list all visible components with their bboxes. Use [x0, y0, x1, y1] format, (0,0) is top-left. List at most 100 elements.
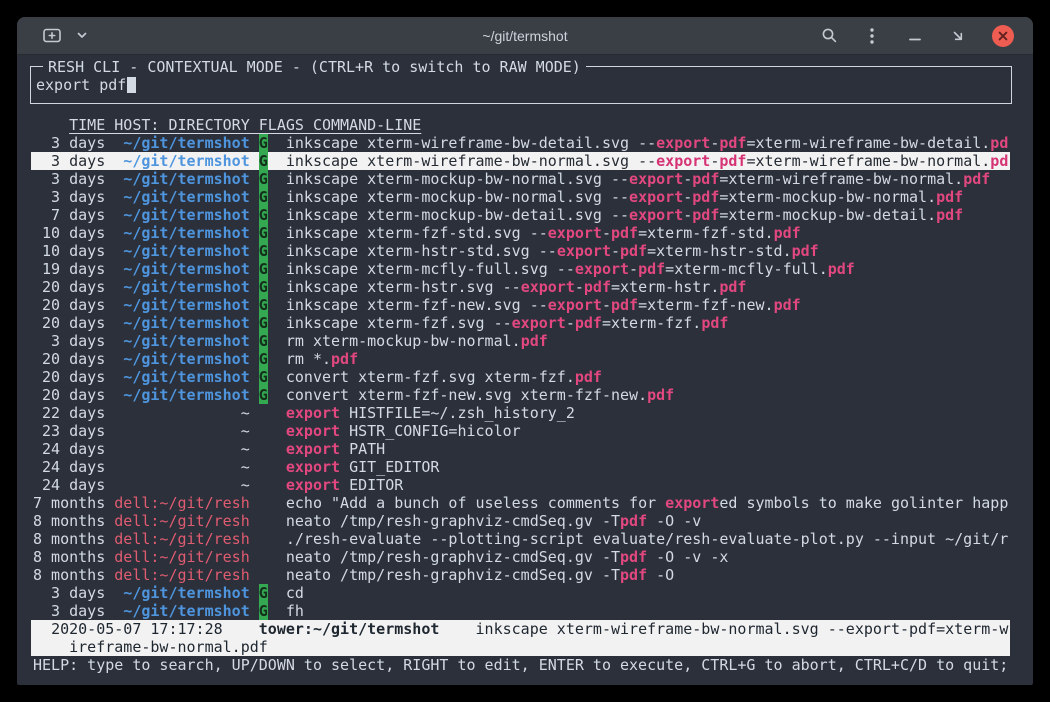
history-row[interactable]: 19 days ~/git/termshot G inkscape xterm-…: [31, 260, 1010, 278]
history-row[interactable]: 8 months dell:~/git/resh neato /tmp/resh…: [31, 548, 1010, 566]
match-highlight: pdf: [620, 512, 647, 530]
history-row[interactable]: 3 days ~/git/termshot G inkscape xterm-w…: [31, 134, 1010, 152]
match-highlight: pdf: [828, 260, 855, 278]
match-highlight: pdf: [620, 548, 647, 566]
row-command: inkscape xterm-fzf-new.svg --export-pdf=…: [286, 296, 801, 314]
row-command: export HISTFILE=~/.zsh_history_2: [286, 404, 575, 422]
history-row[interactable]: 3 days ~/git/termshot G inkscape xterm-w…: [31, 152, 1010, 170]
row-host-dir: dell:~/git/resh: [114, 530, 249, 548]
row-command: export GIT_EDITOR: [286, 458, 440, 476]
match-highlight: pdf: [692, 206, 719, 224]
row-host-dir: ~/git/termshot: [114, 332, 249, 350]
row-time: 22 days: [33, 404, 105, 422]
history-row[interactable]: 24 days ~ export EDITOR: [31, 476, 1010, 494]
history-row[interactable]: 3 days ~/git/termshot G rm xterm-mockup-…: [31, 332, 1010, 350]
row-command: inkscape xterm-fzf.svg --export-pdf=xter…: [286, 314, 729, 332]
row-command: neato /tmp/resh-graphviz-cmdSeq.gv -Tpdf…: [286, 548, 729, 566]
restore-icon: [951, 29, 965, 43]
row-host-dir: ~/git/termshot: [114, 242, 249, 260]
match-highlight: pdf: [719, 278, 746, 296]
history-row[interactable]: 20 days ~/git/termshot G convert xterm-f…: [31, 386, 1010, 404]
row-git-flag: G: [259, 296, 268, 314]
match-highlight: pdf: [719, 134, 746, 152]
row-git-flag: G: [259, 152, 268, 170]
row-time: 20 days: [33, 368, 105, 386]
history-row[interactable]: 24 days ~ export GIT_EDITOR: [31, 458, 1010, 476]
history-row[interactable]: 8 months dell:~/git/resh ./resh-evaluate…: [31, 530, 1010, 548]
row-command: inkscape xterm-wireframe-bw-detail.svg -…: [286, 134, 1008, 152]
history-row[interactable]: 7 days ~/git/termshot G inkscape xterm-m…: [31, 206, 1010, 224]
match-highlight: export: [521, 278, 575, 296]
match-highlight: export: [286, 404, 340, 422]
search-box[interactable]: RESH CLI - CONTEXTUAL MODE - (CTRL+R to …: [30, 66, 1012, 104]
match-highlight: export: [665, 494, 719, 512]
row-time: 3 days: [33, 584, 105, 602]
match-highlight: pdf: [620, 566, 647, 584]
row-host-dir: dell:~/git/resh: [114, 512, 249, 530]
minimize-icon: [908, 29, 922, 43]
history-row[interactable]: 24 days ~ export PATH: [31, 440, 1010, 458]
terminal-content: RESH CLI - CONTEXTUAL MODE - (CTRL+R to …: [17, 55, 1033, 685]
row-git-flag: G: [259, 350, 268, 368]
minimize-button[interactable]: [906, 26, 924, 46]
row-command: inkscape xterm-mcfly-full.svg --export-p…: [286, 260, 855, 278]
row-git-flag: G: [259, 386, 268, 404]
row-time: 7 days: [33, 206, 105, 224]
close-button[interactable]: [992, 25, 1014, 47]
history-row[interactable]: 20 days ~/git/termshot G inkscape xterm-…: [31, 314, 1010, 332]
history-row[interactable]: 20 days ~/git/termshot G inkscape xterm-…: [31, 278, 1010, 296]
history-row[interactable]: 3 days ~/git/termshot G fh: [31, 602, 1010, 620]
row-time: 24 days: [33, 440, 105, 458]
history-row[interactable]: 3 days ~/git/termshot G cd: [31, 584, 1010, 602]
search-icon: [821, 27, 838, 44]
history-row[interactable]: 10 days ~/git/termshot G inkscape xterm-…: [31, 224, 1010, 242]
match-highlight: pdf: [701, 314, 728, 332]
match-highlight: pdf: [331, 350, 358, 368]
row-git-flag: G: [259, 602, 268, 620]
match-highlight: pdf: [575, 368, 602, 386]
history-row[interactable]: 3 days ~/git/termshot G inkscape xterm-m…: [31, 170, 1010, 188]
row-host-dir: dell:~/git/resh: [114, 566, 249, 584]
row-host-dir: ~: [114, 440, 249, 458]
history-row[interactable]: 8 months dell:~/git/resh neato /tmp/resh…: [31, 566, 1010, 584]
search-input[interactable]: export pdf: [36, 76, 126, 94]
row-command: rm xterm-mockup-bw-normal.pdf: [286, 332, 548, 350]
tab-controls: [17, 26, 91, 46]
match-highlight: pdf: [936, 206, 963, 224]
row-command: convert xterm-fzf-new.svg xterm-fzf-new.…: [286, 386, 674, 404]
history-row[interactable]: 20 days ~/git/termshot G inkscape xterm-…: [31, 296, 1010, 314]
history-row[interactable]: 3 days ~/git/termshot G inkscape xterm-m…: [31, 188, 1010, 206]
row-command: inkscape xterm-wireframe-bw-normal.svg -…: [286, 152, 1008, 170]
match-highlight: export: [286, 476, 340, 494]
history-row[interactable]: 22 days ~ export HISTFILE=~/.zsh_history…: [31, 404, 1010, 422]
history-row[interactable]: 20 days ~/git/termshot G rm *.pdf: [31, 350, 1010, 368]
row-time: 3 days: [33, 602, 105, 620]
history-row[interactable]: 23 days ~ export HSTR_CONFIG=hicolor: [31, 422, 1010, 440]
row-time: 8 months: [33, 512, 105, 530]
terminal-window: ~/git/termshot RESH CLI - CONTEXTUAL MOD…: [17, 17, 1033, 685]
menu-button[interactable]: [863, 26, 881, 46]
row-time: 20 days: [33, 386, 105, 404]
history-row[interactable]: 20 days ~/git/termshot G convert xterm-f…: [31, 368, 1010, 386]
history-row[interactable]: 10 days ~/git/termshot G inkscape xterm-…: [31, 242, 1010, 260]
row-time: 20 days: [33, 314, 105, 332]
history-row[interactable]: 8 months dell:~/git/resh neato /tmp/resh…: [31, 512, 1010, 530]
row-host-dir: ~/git/termshot: [114, 296, 249, 314]
status-timestamp: 2020-05-07 17:17:28: [51, 620, 223, 638]
row-command: export EDITOR: [286, 476, 403, 494]
row-host-dir: ~: [114, 404, 249, 422]
row-command: inkscape xterm-mockup-bw-detail.svg --ex…: [286, 206, 963, 224]
row-time: 3 days: [33, 152, 105, 170]
table-header: TIME HOST: DIRECTORY FLAGS COMMAND-LINE: [33, 116, 1033, 134]
text-cursor: [127, 77, 136, 93]
tab-list-button[interactable]: [73, 26, 91, 46]
search-button[interactable]: [820, 26, 838, 46]
row-time: 24 days: [33, 458, 105, 476]
match-highlight: pd: [990, 134, 1008, 152]
row-command: inkscape xterm-hstr-std.svg --export-pdf…: [286, 242, 819, 260]
row-host-dir: ~/git/termshot: [114, 278, 249, 296]
new-tab-button[interactable]: [43, 26, 61, 46]
match-highlight: pdf: [575, 314, 602, 332]
restore-button[interactable]: [949, 26, 967, 46]
history-row[interactable]: 7 months dell:~/git/resh echo "Add a bun…: [31, 494, 1010, 512]
